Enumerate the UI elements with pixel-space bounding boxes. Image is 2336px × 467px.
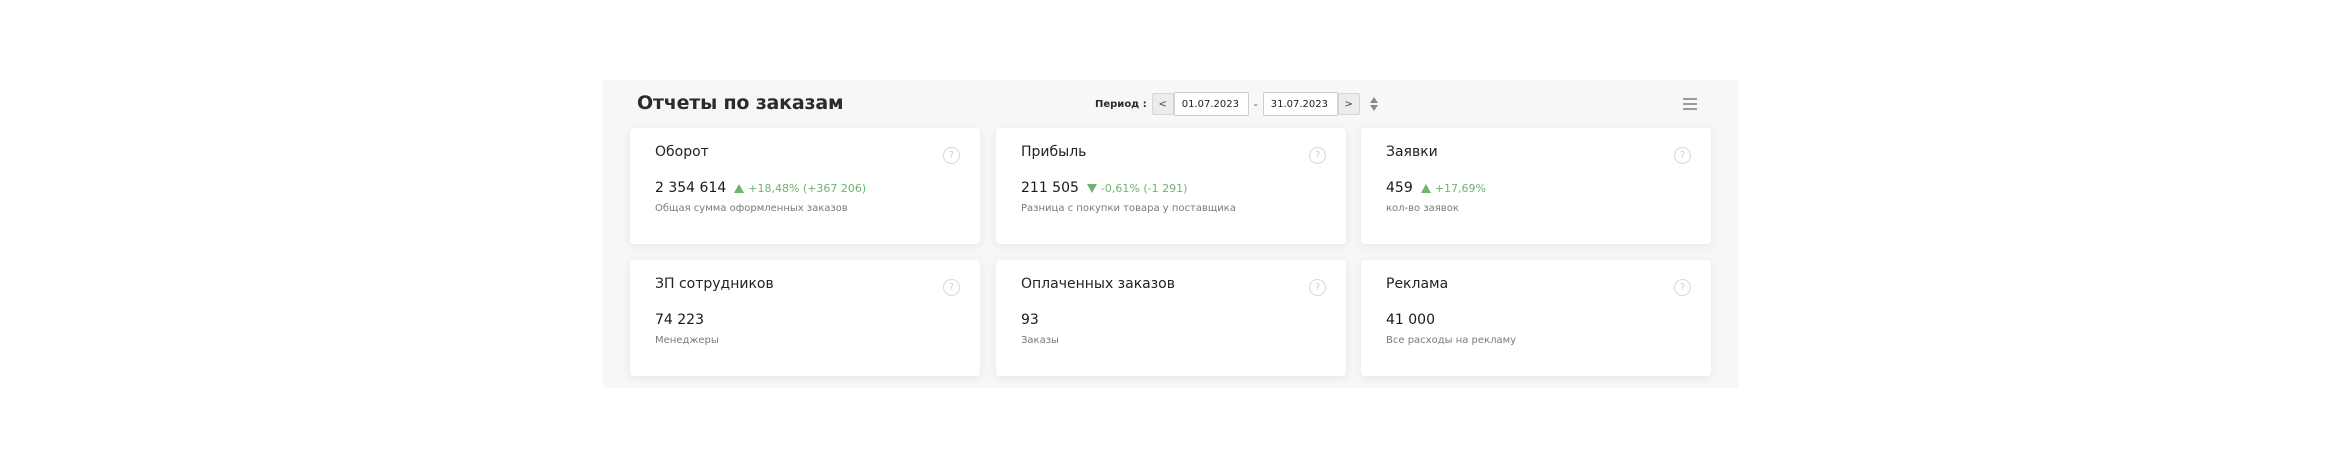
hamburger-icon[interactable]	[1683, 98, 1697, 110]
value-row: 93	[1021, 312, 1039, 328]
prev-period-button[interactable]: <	[1151, 93, 1174, 115]
metric-description: Все расходы на рекламу	[1386, 335, 1517, 346]
arrow-up-icon	[1420, 183, 1431, 193]
metric-value: 41 000	[1386, 312, 1435, 328]
value-row: 2 354 614 +18,48% (+367 206)	[655, 180, 866, 196]
card-title: Реклама	[1386, 276, 1449, 292]
metric-description: Заказы	[1021, 335, 1059, 346]
metric-value: 211 505	[1021, 180, 1079, 196]
card-title: ЗП сотрудников	[655, 276, 774, 292]
page-title: Отчеты по заказам	[637, 92, 844, 114]
value-row: 74 223	[655, 312, 704, 328]
metric-delta: -0,61% (-1 291)	[1086, 181, 1188, 195]
value-row: 211 505 -0,61% (-1 291)	[1021, 180, 1187, 196]
card-title: Оплаченных заказов	[1021, 276, 1175, 292]
delta-text: +17,69%	[1434, 181, 1486, 195]
delta-text: -0,61% (-1 291)	[1100, 181, 1188, 195]
arrow-up-icon	[734, 183, 745, 193]
delta-text: +18,48% (+367 206)	[748, 181, 867, 195]
date-to-input[interactable]: 31.07.2023	[1262, 92, 1338, 116]
date-separator: -	[1253, 97, 1258, 111]
metric-delta: +18,48% (+367 206)	[734, 182, 866, 195]
metric-value: 93	[1021, 312, 1039, 328]
metric-value: 2 354 614	[655, 180, 727, 196]
metric-description: Общая сумма оформленных заказов	[655, 203, 848, 214]
period-label: Период :	[1095, 98, 1147, 110]
metric-description: Менеджеры	[655, 335, 719, 346]
card-paid-orders: Оплаченных заказов ? 93 Заказы	[996, 260, 1346, 376]
orders-report-panel: Отчеты по заказам Период : < 01.07.2023 …	[603, 80, 1738, 388]
card-advertising: Реклама ? 41 000 Все расходы на рекламу	[1361, 260, 1711, 376]
sort-icon[interactable]	[1369, 96, 1379, 112]
card-turnover: Оборот ? 2 354 614 +18,48% (+367 206) Об…	[630, 128, 980, 244]
card-profit: Прибыль ? 211 505 -0,61% (-1 291) Разниц…	[996, 128, 1346, 244]
card-title: Заявки	[1386, 144, 1438, 160]
value-row: 459 +17,69%	[1386, 180, 1486, 196]
help-circle-icon[interactable]: ?	[1309, 147, 1326, 164]
value-row: 41 000	[1386, 312, 1435, 328]
metric-description: Разница с покупки товара у поставщика	[1021, 203, 1236, 214]
help-circle-icon[interactable]: ?	[943, 147, 960, 164]
card-requests: Заявки ? 459 +17,69% кол-во заявок	[1361, 128, 1711, 244]
metric-value: 74 223	[655, 312, 704, 328]
metric-value: 459	[1386, 180, 1413, 196]
date-from-input[interactable]: 01.07.2023	[1173, 92, 1249, 116]
period-selector: Период : < 01.07.2023 - 31.07.2023 >	[1095, 92, 1379, 116]
card-title: Оборот	[655, 144, 709, 160]
help-circle-icon[interactable]: ?	[1674, 147, 1691, 164]
help-circle-icon[interactable]: ?	[943, 279, 960, 296]
card-title: Прибыль	[1021, 144, 1087, 160]
card-salaries: ЗП сотрудников ? 74 223 Менеджеры	[630, 260, 980, 376]
metric-description: кол-во заявок	[1386, 203, 1459, 214]
help-circle-icon[interactable]: ?	[1674, 279, 1691, 296]
arrow-down-icon	[1086, 183, 1097, 193]
metric-delta: +17,69%	[1420, 181, 1486, 195]
help-circle-icon[interactable]: ?	[1309, 279, 1326, 296]
next-period-button[interactable]: >	[1337, 93, 1360, 115]
